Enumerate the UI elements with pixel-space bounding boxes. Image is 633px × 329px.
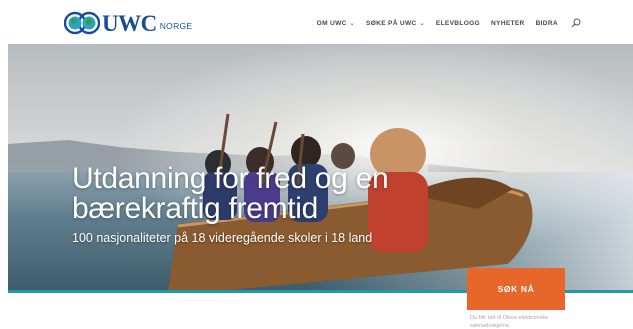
nav-item-label: OM UWC <box>316 19 347 27</box>
nav-item-om-uwc[interactable]: OM UWC ⌄ <box>317 20 355 27</box>
apply-now-button[interactable]: SØK NÅ <box>467 268 565 310</box>
nav-item-soke-pa-uwc[interactable]: SØKE PÅ UWC ⌄ <box>366 20 425 27</box>
chevron-down-icon: ⌄ <box>419 20 425 27</box>
hero-banner: Utdanning for fred og en bærekraftig fre… <box>8 44 633 291</box>
chevron-down-icon: ⌄ <box>349 20 355 27</box>
nav-item-elevblogg[interactable]: ELEVBLOGG <box>436 20 480 27</box>
site-header: UWC NORGE OM UWC ⌄ SØKE PÅ UWC ⌄ ELEVBLO… <box>0 0 633 44</box>
search-icon[interactable] <box>571 18 581 28</box>
hero-title: Utdanning for fred og en bærekraftig fre… <box>72 162 389 225</box>
globe-logo-icon <box>64 11 100 35</box>
logo-subtext: NORGE <box>159 21 193 31</box>
nav-item-label: BIDRA <box>535 19 558 27</box>
nav-item-label: ELEVBLOGG <box>435 19 480 27</box>
uwc-logo[interactable]: UWC NORGE <box>64 10 192 36</box>
hero-subtitle: 100 nasjonaliteter på 18 videregående sk… <box>72 231 373 245</box>
nav-item-nyheter[interactable]: NYHETER <box>491 20 525 27</box>
nav-item-bidra[interactable]: BIDRA <box>536 20 558 27</box>
nav-item-label: NYHETER <box>491 19 525 27</box>
main-nav: OM UWC ⌄ SØKE PÅ UWC ⌄ ELEVBLOGG NYHETER… <box>317 18 581 28</box>
nav-item-label: SØKE PÅ UWC <box>366 19 417 27</box>
apply-note: Du blir tatt til Oikos elektroniske søkn… <box>470 315 549 329</box>
logo-wordmark: UWC <box>102 10 157 36</box>
